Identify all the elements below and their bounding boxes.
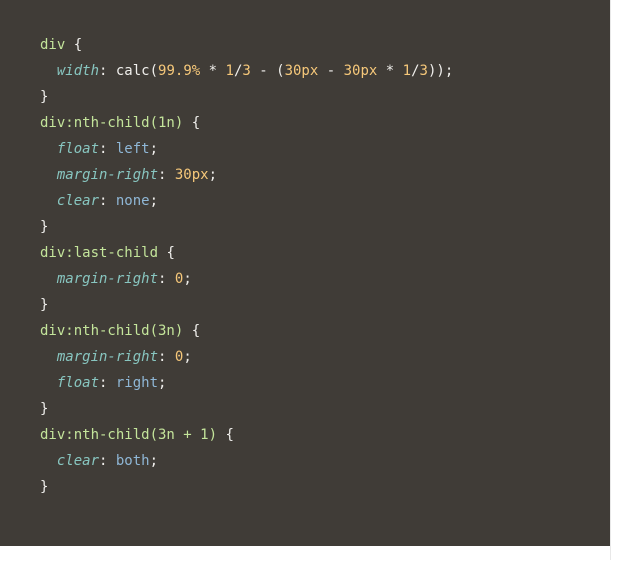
indent — [40, 349, 57, 365]
value: both — [116, 453, 150, 469]
colon: : — [99, 141, 116, 157]
code-line: clear: both; — [40, 448, 600, 474]
brace-open: { — [65, 37, 82, 53]
indent — [40, 141, 57, 157]
code-line: margin-right: 0; — [40, 266, 600, 292]
selector: div:last-child — [40, 245, 158, 261]
selector: div:nth-child(3n + 1) — [40, 427, 217, 443]
indent — [40, 271, 57, 287]
code-line: clear: none; — [40, 188, 600, 214]
indent — [40, 193, 57, 209]
value: right — [116, 375, 158, 391]
semicolon: ; — [445, 63, 453, 79]
selector: div — [40, 37, 65, 53]
code-line: } — [40, 292, 600, 318]
code-line: width: calc(99.9% * 1/3 - (30px - 30px *… — [40, 58, 600, 84]
semicolon: ; — [150, 141, 158, 157]
brace-close: } — [40, 479, 48, 495]
brace-close: } — [40, 89, 48, 105]
indent — [40, 63, 57, 79]
property: clear — [57, 453, 99, 469]
selector: div:nth-child(3n) — [40, 323, 183, 339]
code-line: div { — [40, 32, 600, 58]
colon: : — [158, 349, 175, 365]
property: margin-right — [57, 167, 158, 183]
brace-close: } — [40, 297, 48, 313]
indent — [40, 375, 57, 391]
colon: : — [158, 271, 175, 287]
colon: : — [99, 453, 116, 469]
semicolon: ; — [150, 453, 158, 469]
code-block: div { width: calc(99.9% * 1/3 - (30px - … — [0, 0, 611, 546]
value: left — [116, 141, 150, 157]
brace-open: { — [183, 323, 200, 339]
code-line: } — [40, 214, 600, 240]
semicolon: ; — [150, 193, 158, 209]
value: none — [116, 193, 150, 209]
code-line: margin-right: 30px; — [40, 162, 600, 188]
colon: : — [158, 167, 175, 183]
indent — [40, 453, 57, 469]
value: 30px — [175, 167, 209, 183]
code-line: } — [40, 396, 600, 422]
code-line: div:nth-child(3n + 1) { — [40, 422, 600, 448]
property: margin-right — [57, 271, 158, 287]
property: margin-right — [57, 349, 158, 365]
brace-close: } — [40, 219, 48, 235]
code-line: float: right; — [40, 370, 600, 396]
property: clear — [57, 193, 99, 209]
code-line: } — [40, 474, 600, 500]
code-line: div:last-child { — [40, 240, 600, 266]
colon: : — [99, 63, 116, 79]
value: calc(99.9% * 1/3 - (30px - 30px * 1/3)) — [116, 63, 445, 79]
brace-open: { — [217, 427, 234, 443]
code-line: float: left; — [40, 136, 600, 162]
colon: : — [99, 193, 116, 209]
indent — [40, 167, 57, 183]
semicolon: ; — [183, 349, 191, 365]
property: float — [57, 141, 99, 157]
colon: : — [99, 375, 116, 391]
semicolon: ; — [158, 375, 166, 391]
property: width — [57, 63, 99, 79]
selector: div:nth-child(1n) — [40, 115, 183, 131]
brace-open: { — [158, 245, 175, 261]
code-line: margin-right: 0; — [40, 344, 600, 370]
property: float — [57, 375, 99, 391]
semicolon: ; — [183, 271, 191, 287]
code-line: div:nth-child(1n) { — [40, 110, 600, 136]
code-scroll-container[interactable]: div { width: calc(99.9% * 1/3 - (30px - … — [0, 0, 611, 560]
semicolon: ; — [209, 167, 217, 183]
code-line: div:nth-child(3n) { — [40, 318, 600, 344]
code-line: } — [40, 84, 600, 110]
brace-open: { — [183, 115, 200, 131]
brace-close: } — [40, 401, 48, 417]
